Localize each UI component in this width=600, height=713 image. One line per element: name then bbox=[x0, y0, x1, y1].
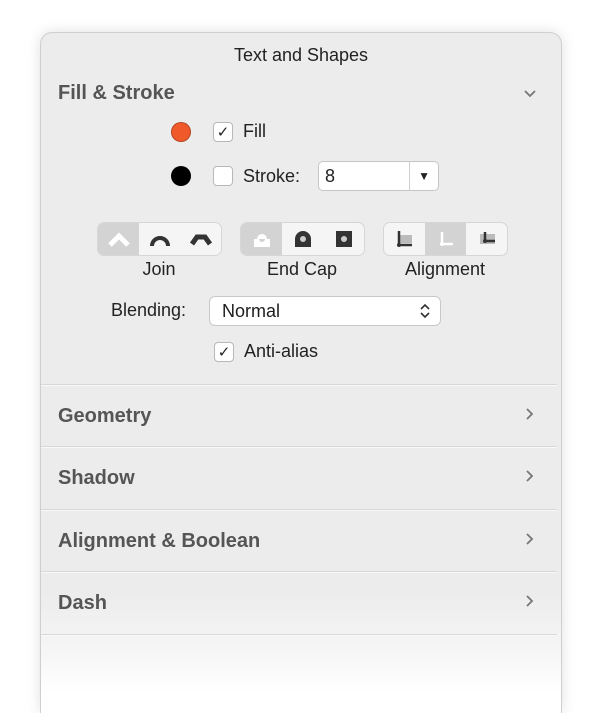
dash-section-header[interactable]: Dash bbox=[41, 572, 561, 634]
anti-alias-row: ✓ Anti-alias bbox=[214, 341, 318, 362]
align-outside-icon bbox=[479, 232, 495, 244]
align-inside-button[interactable] bbox=[384, 223, 425, 255]
chevron-right-icon bbox=[526, 470, 534, 482]
round-cap-icon bbox=[294, 231, 311, 247]
align-center-icon bbox=[439, 232, 453, 246]
fill-row: ✓ Fill bbox=[171, 121, 266, 142]
checkmark-icon: ✓ bbox=[216, 123, 230, 141]
square-cap-button[interactable] bbox=[323, 223, 364, 255]
alignment-boolean-section-header[interactable]: Alignment & Boolean bbox=[41, 510, 561, 572]
stroke-row: Stroke: 8 ▼ bbox=[171, 161, 440, 191]
blending-label: Blending: bbox=[111, 300, 187, 320]
stroke-checkbox[interactable] bbox=[213, 166, 233, 186]
square-cap-icon bbox=[335, 231, 352, 247]
round-join-button[interactable] bbox=[139, 223, 180, 255]
alignment-label: Alignment bbox=[404, 259, 486, 279]
stroke-width-combo: 8 ▼ bbox=[318, 161, 440, 191]
align-center-button[interactable] bbox=[425, 223, 466, 255]
geometry-title: Geometry bbox=[58, 405, 152, 427]
anti-alias-label: Anti-alias bbox=[244, 341, 319, 361]
fill-stroke-title: Fill & Stroke bbox=[58, 82, 175, 104]
end-cap-segmented-control bbox=[240, 222, 365, 256]
panel-title: Text and Shapes bbox=[233, 45, 369, 65]
butt-cap-icon bbox=[253, 234, 270, 247]
align-inside-icon bbox=[396, 231, 412, 247]
text-and-shapes-panel: Text and Shapes Fill & Stroke ✓ Fill Str… bbox=[40, 32, 562, 713]
stroke-alignment-segmented-control bbox=[383, 222, 508, 256]
fill-checkbox[interactable]: ✓ bbox=[213, 121, 233, 142]
stroke-width-dropdown-button[interactable]: ▼ bbox=[410, 162, 438, 190]
join-segmented-control bbox=[97, 222, 222, 256]
round-cap-button[interactable] bbox=[282, 223, 323, 255]
shadow-title: Shadow bbox=[58, 467, 135, 489]
miter-join-button[interactable] bbox=[98, 223, 139, 255]
section-divider bbox=[41, 634, 557, 635]
checkmark-icon: ✓ bbox=[217, 343, 231, 361]
fill-label: Fill bbox=[243, 121, 266, 141]
geometry-section-header[interactable]: Geometry bbox=[41, 385, 561, 447]
chevron-down-icon[interactable] bbox=[523, 87, 537, 101]
stroke-width-input[interactable]: 8 bbox=[319, 162, 411, 190]
bevel-join-button[interactable] bbox=[180, 223, 221, 255]
dropdown-arrow-icon: ▼ bbox=[418, 169, 430, 183]
round-join-icon bbox=[149, 236, 170, 247]
blending-value: Normal bbox=[222, 300, 281, 321]
chevron-right-icon bbox=[526, 595, 534, 607]
blending-popup[interactable]: Normal bbox=[209, 296, 441, 326]
alignment-boolean-title: Alignment & Boolean bbox=[58, 530, 261, 552]
dash-title: Dash bbox=[58, 592, 107, 614]
join-label: Join bbox=[142, 259, 176, 279]
stroke-color-well[interactable] bbox=[171, 166, 191, 186]
chevron-right-icon bbox=[526, 533, 534, 545]
chevron-right-icon bbox=[526, 408, 534, 420]
shadow-section-header[interactable]: Shadow bbox=[41, 447, 561, 509]
end-cap-label: End Cap bbox=[266, 259, 338, 279]
butt-cap-button[interactable] bbox=[241, 223, 282, 255]
bevel-join-icon bbox=[189, 234, 212, 246]
stroke-label: Stroke: bbox=[243, 165, 301, 186]
fill-color-well[interactable] bbox=[171, 121, 191, 142]
anti-alias-checkbox[interactable]: ✓ bbox=[214, 341, 234, 362]
align-outside-button[interactable] bbox=[466, 223, 507, 255]
miter-join-icon bbox=[107, 232, 130, 247]
up-down-chevron-icon bbox=[420, 303, 430, 319]
